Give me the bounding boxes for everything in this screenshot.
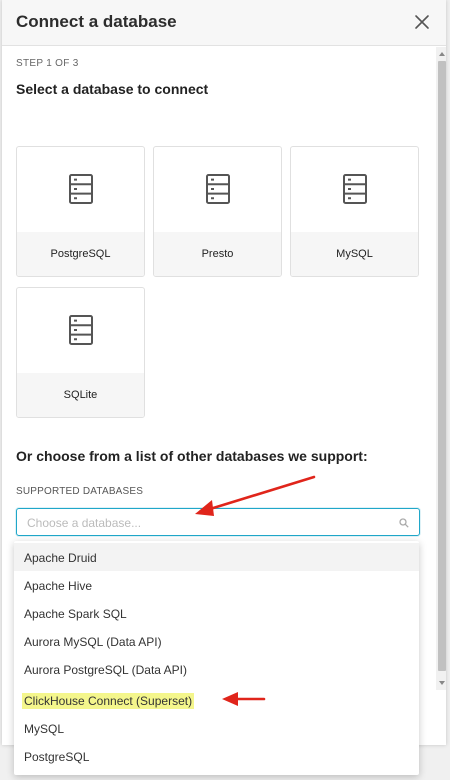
annotation-arrows bbox=[195, 475, 316, 706]
annotation-arrow-to-select bbox=[195, 475, 316, 516]
annotation-arrow-to-clickhouse bbox=[222, 692, 266, 706]
